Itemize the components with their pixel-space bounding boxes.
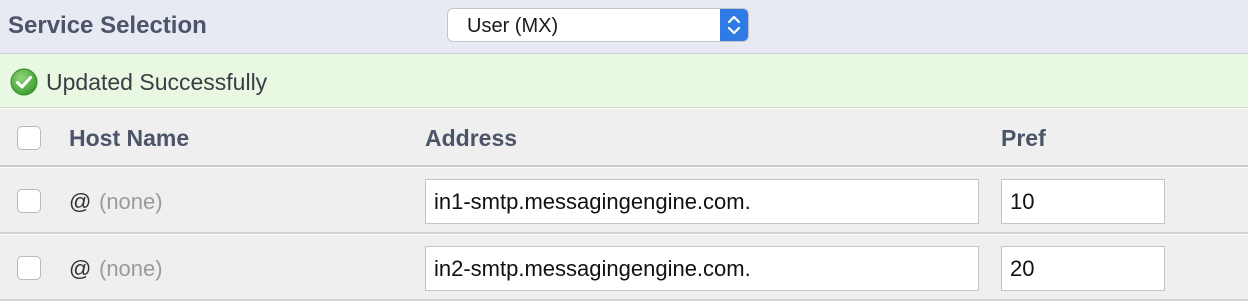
chevron-up-down-icon[interactable] [720,9,748,41]
host-at-symbol: @ [69,256,92,281]
column-pref: Pref [1001,125,1046,151]
service-selection-title: Service Selection [8,12,207,39]
host-name-value: (none) [99,256,163,281]
pref-input[interactable] [1001,179,1165,224]
select-all-checkbox[interactable] [17,126,41,150]
address-input[interactable] [425,179,979,224]
row-checkbox[interactable] [17,256,41,280]
row-checkbox[interactable] [17,189,41,213]
pref-input[interactable] [1001,246,1165,291]
table-header: Host Name Address Pref [0,109,1248,167]
host-name-value: (none) [99,189,163,214]
table-row: @ (none) [0,235,1248,301]
address-input[interactable] [425,246,979,291]
column-host-name: Host Name [69,125,190,151]
service-select[interactable]: User (MX) [447,8,749,42]
success-banner: Updated Successfully [0,54,1248,108]
check-circle-icon [10,68,38,96]
success-message: Updated Successfully [46,69,268,95]
service-selection-bar: Service Selection User (MX) [0,0,1248,54]
host-at-symbol: @ [69,189,92,214]
dns-mx-settings-page: Service Selection User (MX) Updated Succ… [0,0,1248,302]
table-row: @ (none) [0,168,1248,234]
service-select-value: User (MX) [467,15,559,37]
column-address: Address [425,125,518,151]
